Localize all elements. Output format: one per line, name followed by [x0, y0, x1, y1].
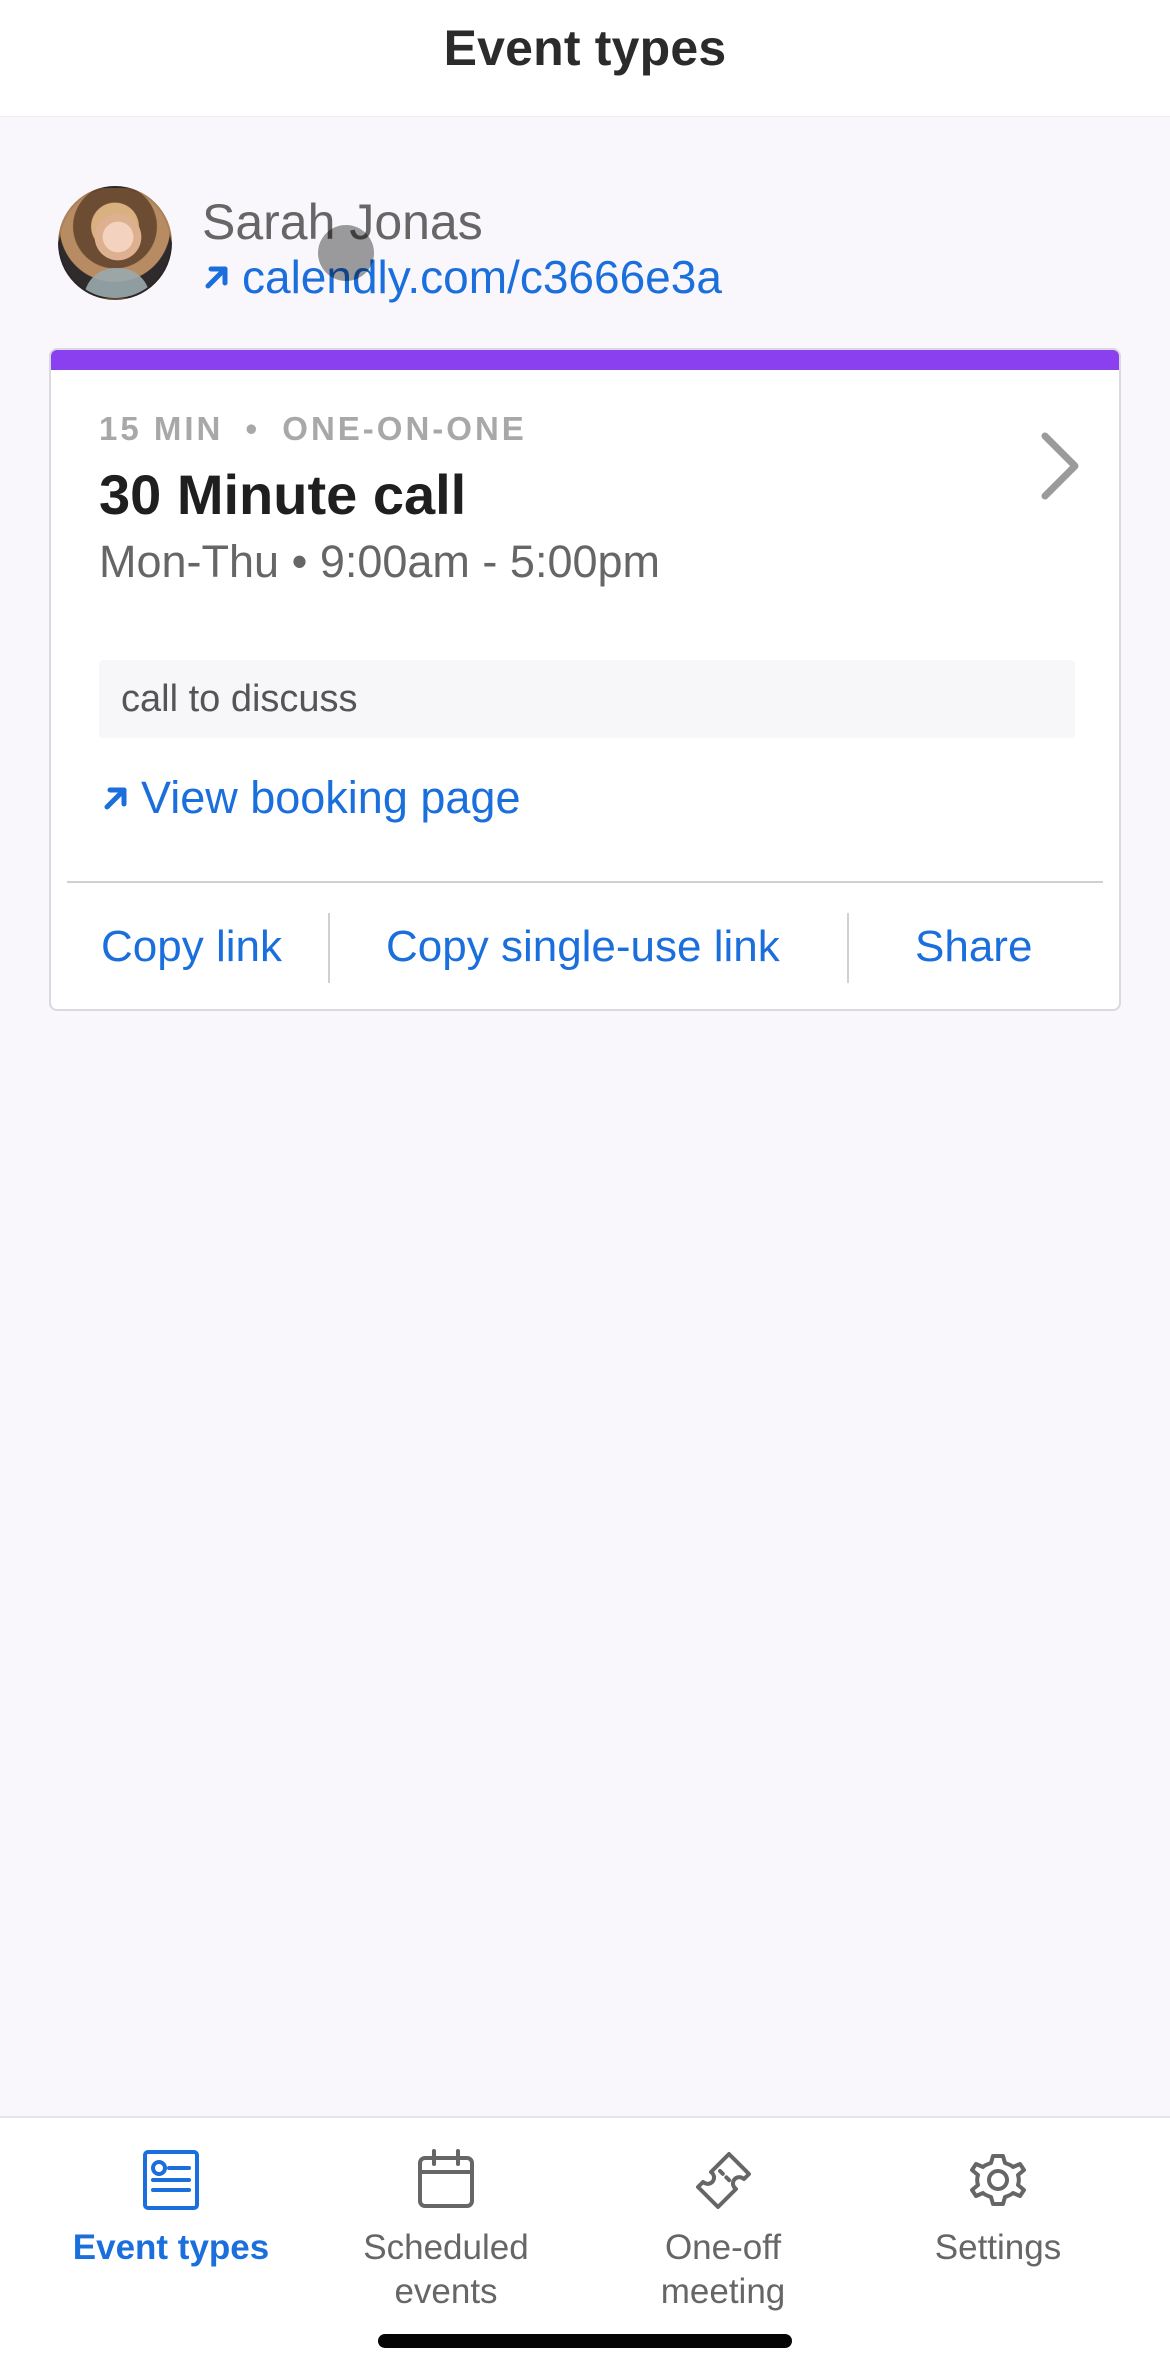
user-profile-header: Sarah Jonas calendly.com/c3666e3a	[58, 186, 1058, 303]
event-types-icon	[137, 2146, 205, 2214]
avatar	[58, 186, 172, 300]
nav-one-off-meeting[interactable]: One-off meeting	[577, 2118, 869, 2348]
profile-link[interactable]: calendly.com/c3666e3a	[200, 251, 722, 303]
view-booking-page-label: View booking page	[141, 772, 521, 823]
meta-separator: •	[245, 410, 261, 447]
event-title: 30 Minute call	[99, 463, 467, 526]
gear-icon	[964, 2146, 1032, 2214]
nav-label-scheduled-events: Scheduled events	[363, 2228, 529, 2311]
event-type-card[interactable]: 15 MIN • ONE-ON-ONE 30 Minute call Mon-T…	[49, 348, 1121, 1011]
page-title: Event types	[443, 20, 727, 76]
external-link-arrow-icon	[200, 260, 234, 294]
event-types-screen: Event types Sarah Jonas calendly.com/c36…	[0, 0, 1170, 2374]
event-duration: 15 MIN	[99, 410, 224, 447]
event-actions: Copy link Copy single-use link Share	[51, 883, 1119, 1009]
view-booking-page-link[interactable]: View booking page	[99, 772, 520, 824]
calendar-icon	[412, 2146, 480, 2214]
nav-label-settings: Settings	[934, 2228, 1062, 2267]
event-kind: ONE-ON-ONE	[282, 410, 527, 447]
top-bar: Event types	[0, 0, 1170, 116]
ticket-icon	[689, 2146, 757, 2214]
copy-single-use-link-button[interactable]: Copy single-use link	[386, 883, 780, 1009]
event-summary: 15 MIN • ONE-ON-ONE 30 Minute call Mon-T…	[99, 410, 1079, 588]
share-button[interactable]: Share	[915, 883, 1032, 1009]
touch-indicator	[318, 225, 374, 281]
event-description: call to discuss	[99, 660, 1075, 738]
action-separator	[847, 913, 849, 983]
nav-label-one-off-meeting: One-off meeting	[660, 2228, 786, 2311]
nav-event-types[interactable]: Event types	[25, 2118, 317, 2348]
nav-scheduled-events[interactable]: Scheduled events	[300, 2118, 592, 2348]
event-color-accent	[51, 350, 1119, 370]
external-link-arrow-icon	[99, 781, 133, 815]
event-availability: Mon-Thu • 9:00am - 5:00pm	[99, 536, 661, 587]
profile-link-text: calendly.com/c3666e3a	[242, 251, 722, 303]
home-indicator	[378, 2334, 792, 2348]
nav-label-event-types: Event types	[72, 2228, 270, 2267]
chevron-right-icon[interactable]	[1033, 428, 1087, 504]
nav-settings[interactable]: Settings	[852, 2118, 1144, 2348]
action-separator	[328, 913, 330, 983]
event-meta: 15 MIN • ONE-ON-ONE	[99, 410, 1079, 448]
copy-link-button[interactable]: Copy link	[101, 883, 282, 1009]
